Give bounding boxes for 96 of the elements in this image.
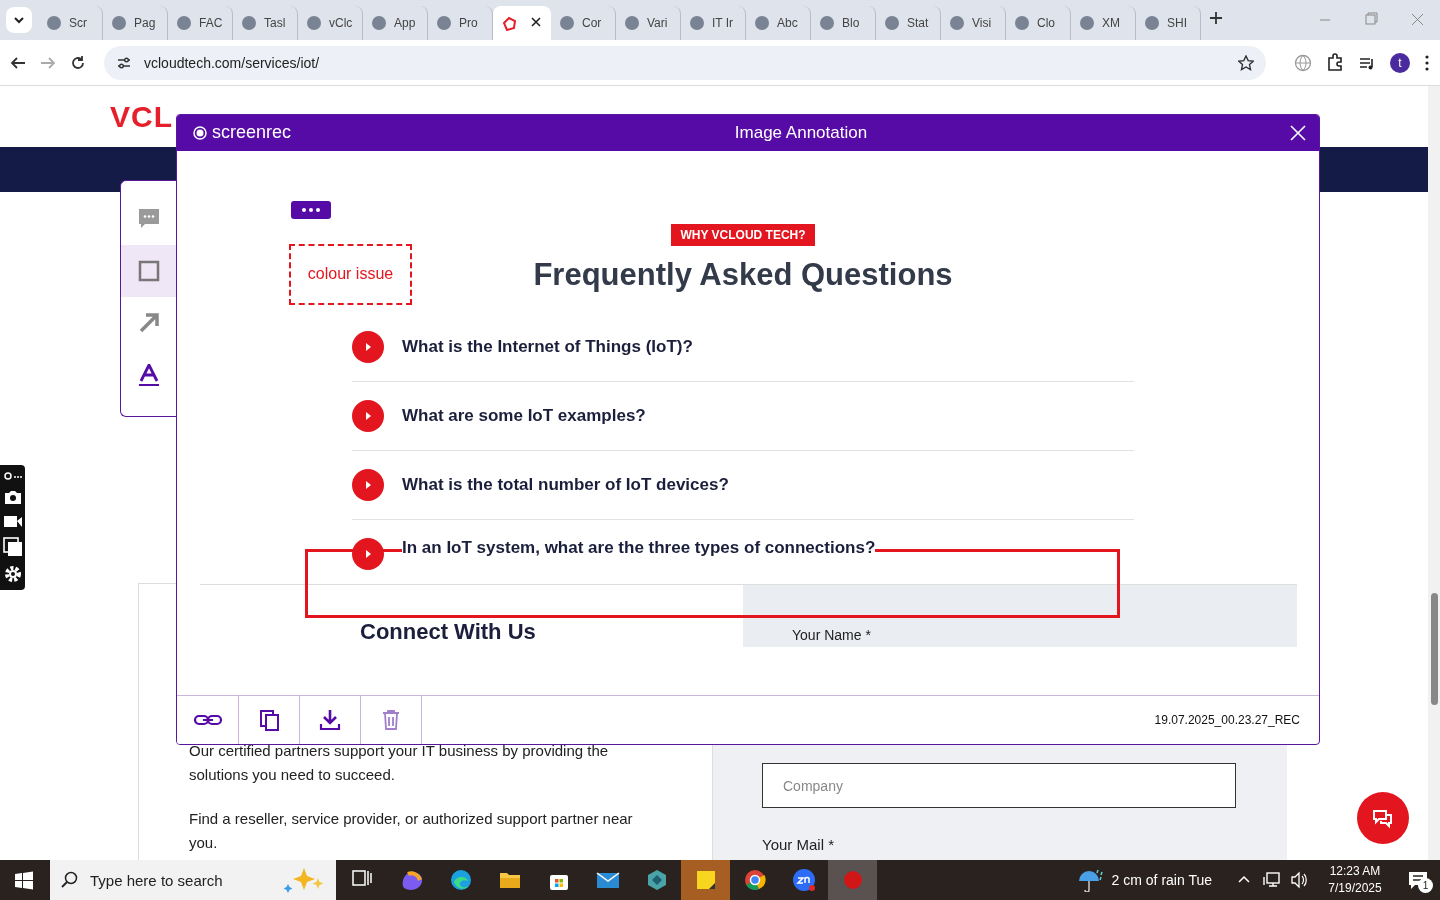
site-icon [1079, 15, 1095, 31]
trash-icon [381, 709, 401, 732]
extensions-icon[interactable] [1326, 52, 1344, 73]
scrollbar[interactable] [1428, 86, 1440, 860]
chat-icon [1371, 807, 1395, 829]
notification-count: 1 [1418, 878, 1433, 893]
site-icon [819, 15, 835, 31]
bookmark-star-icon[interactable] [1238, 54, 1254, 71]
profile-avatar[interactable]: t [1390, 52, 1410, 73]
action-button[interactable] [177, 696, 239, 744]
record-icon [193, 125, 207, 140]
menu-icon[interactable] [1424, 53, 1430, 72]
faq-heading: Frequently Asked Questions [533, 256, 953, 293]
network-icon[interactable] [1262, 871, 1280, 889]
text-annotation[interactable]: colour issue [289, 243, 412, 305]
play-icon[interactable] [352, 537, 384, 570]
brand-name: screenrec [212, 122, 292, 144]
site-icon [306, 15, 322, 31]
reload-icon[interactable] [70, 54, 86, 71]
site-icon [111, 15, 127, 31]
more-button[interactable] [291, 200, 331, 219]
faq-question[interactable]: What is the total number of IoT devices? [402, 474, 729, 495]
sparkle-icon [282, 866, 326, 894]
text-icon [138, 364, 160, 386]
back-icon[interactable] [10, 54, 26, 71]
dialog-title: Image Annotation [733, 122, 869, 143]
site-icon [949, 15, 965, 31]
browser-tab[interactable]: IT Ir [681, 6, 746, 40]
site-icon [371, 15, 387, 31]
site-icon [241, 15, 257, 31]
browser-tab[interactable]: XM [1071, 6, 1136, 40]
scrollbar-thumb[interactable] [1431, 593, 1438, 705]
chat-button[interactable] [1357, 792, 1409, 844]
copy-icon [258, 708, 280, 732]
site-icon [1144, 15, 1160, 31]
arrow-icon [138, 312, 160, 334]
site-icon [754, 15, 770, 31]
faq-question[interactable]: What are some IoT examples? [402, 405, 646, 426]
more-icon [301, 206, 321, 213]
browser-tab[interactable]: Visi [941, 6, 1006, 40]
browser-tab[interactable]: vClc [298, 6, 363, 40]
site-icon [1014, 15, 1030, 31]
more-icon[interactable] [2, 470, 23, 481]
company-field[interactable]: Company [762, 763, 1236, 808]
site-icon [501, 15, 517, 31]
browser-tab[interactable]: Cor [551, 6, 616, 40]
windows-icon[interactable] [2, 537, 23, 558]
search-icon [60, 871, 78, 889]
section-badge: WHY VCLOUD TECH? [671, 223, 815, 246]
rectangle-icon [138, 260, 160, 282]
download-icon [319, 709, 341, 732]
field-label: Your Name * [792, 626, 871, 643]
weather-text[interactable]: 2 cm of rain Tue [1111, 872, 1212, 888]
site-logo[interactable]: VCL [110, 100, 173, 133]
play-icon[interactable] [352, 468, 384, 501]
browser-tab[interactable]: SHI [1136, 6, 1201, 40]
site-icon [884, 15, 900, 31]
browser-tab[interactable]: Blo [811, 6, 876, 40]
tab-list-button[interactable] [6, 7, 32, 33]
globe-icon[interactable] [1294, 53, 1312, 72]
windows-logo-icon [14, 870, 34, 890]
browser-tab[interactable] [493, 6, 551, 40]
browser-tab[interactable]: Pag [103, 6, 168, 40]
taskbar-search[interactable]: Type here to search [50, 860, 336, 900]
site-icon [176, 15, 192, 31]
browser-tab[interactable]: Abc [746, 6, 811, 40]
close-button[interactable] [1289, 123, 1307, 142]
site-icon [559, 15, 575, 31]
browser-tab[interactable]: Clo [1006, 6, 1071, 40]
settings-icon[interactable] [2, 564, 23, 585]
clock-date[interactable]: 7/19/2025 [1328, 880, 1382, 897]
faq-question[interactable]: What is the Internet of Things (IoT)? [402, 336, 693, 357]
site-icon [436, 15, 452, 31]
intro-text: Our certified partners support your IT business by providing the solutions you need to succeed. [189, 741, 610, 785]
clock-time[interactable]: 12:23 AM [1329, 863, 1381, 880]
chrome-icon [742, 868, 767, 892]
play-icon[interactable] [352, 399, 384, 432]
address-bar[interactable]: vcloudtech.com/services/iot/ [104, 45, 1266, 80]
browser-tab[interactable]: Tasl [233, 6, 298, 40]
site-icon [46, 15, 62, 31]
browser-icon [448, 868, 473, 892]
browser-tab[interactable]: Scr [38, 6, 103, 40]
browser-tab[interactable]: App [363, 6, 428, 40]
file-name: 19.07.2025_00.23.27_REC [1154, 713, 1301, 728]
section-title: Connect With Us [359, 617, 537, 646]
browser-tab[interactable]: FAC [168, 6, 233, 40]
field-label: Your Mail * [762, 836, 835, 853]
play-icon[interactable] [352, 330, 384, 363]
site-icon [689, 15, 705, 31]
zoom-icon [791, 868, 816, 892]
site-icon [624, 15, 640, 31]
browser-tab[interactable]: Stat [876, 6, 941, 40]
partner-text: Find a reseller, service provider, or authorized support partner near you. [189, 809, 634, 853]
comment-icon [138, 208, 160, 230]
browser-tab[interactable]: Vari [616, 6, 681, 40]
volume-icon[interactable] [1290, 871, 1308, 889]
